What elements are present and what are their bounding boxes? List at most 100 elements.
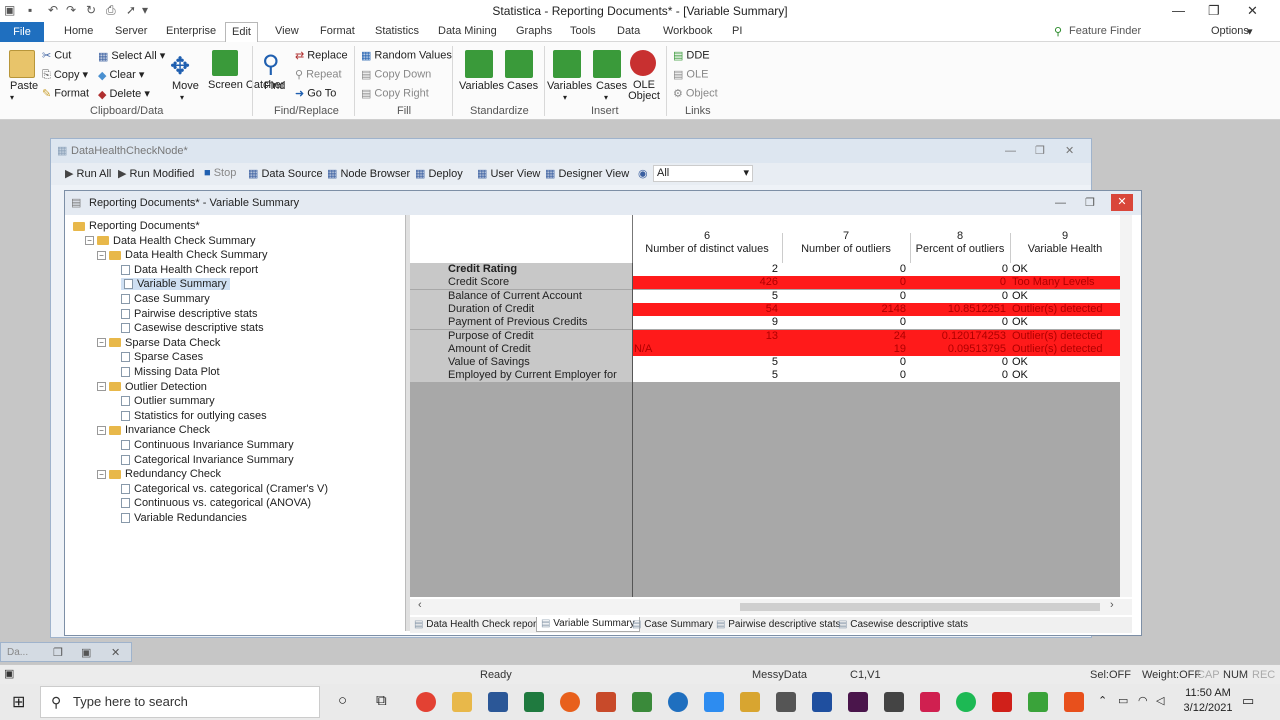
statistica-icon[interactable] (776, 692, 796, 712)
table-cell[interactable]: 0 (782, 316, 910, 330)
row-header[interactable]: Balance of Current Account (410, 289, 632, 303)
node-close-button[interactable]: ✕ (1065, 139, 1074, 163)
minimize-button[interactable]: — (1172, 3, 1185, 18)
table-cell[interactable]: 0 (782, 263, 910, 276)
column-divider[interactable] (910, 233, 911, 263)
table-cell[interactable]: OK (1010, 356, 1120, 370)
options-menu[interactable]: Options (1211, 25, 1249, 37)
menu-data-mining[interactable]: Data Mining (438, 25, 497, 37)
copy-down-button[interactable]: ▤ Copy Down (361, 68, 431, 81)
menu-statistics[interactable]: Statistics (375, 25, 419, 37)
row-header[interactable]: Credit Rating (410, 263, 632, 276)
tree-item[interactable]: Casewise descriptive stats (121, 322, 264, 334)
taskbar-search[interactable]: ⚲ Type here to search (40, 686, 320, 718)
tree-item[interactable]: Statistics for outlying cases (121, 410, 267, 422)
table-cell[interactable]: Outlier(s) detected (1010, 342, 1120, 356)
column-divider[interactable] (782, 233, 783, 263)
paste-button[interactable]: Paste (10, 80, 38, 92)
horizontal-scrollbar[interactable]: ‹ › (410, 599, 1132, 615)
wifi-icon[interactable]: ◠ (1138, 694, 1148, 707)
column-header[interactable]: Number of distinct values (632, 243, 782, 255)
sheet-tab[interactable]: ▤ Casewise descriptive stats (838, 619, 968, 630)
column-header[interactable]: Number of outliers (782, 243, 910, 255)
tree-folder[interactable]: − Sparse Data Check (97, 337, 220, 349)
table-cell[interactable]: 0 (782, 356, 910, 370)
column-header[interactable]: Percent of outliers (910, 243, 1010, 255)
vertical-scrollbar[interactable] (1120, 215, 1132, 597)
tree-item[interactable]: Case Summary (121, 293, 210, 305)
menu-format[interactable]: Format (320, 25, 355, 37)
table-cell[interactable]: 54 (632, 302, 782, 316)
table-cell[interactable]: 5 (632, 369, 782, 383)
copy-right-button[interactable]: ▤ Copy Right (361, 87, 429, 100)
powerpoint-icon[interactable] (596, 692, 616, 712)
report-restore-button[interactable]: ❐ (1085, 191, 1095, 215)
row-header[interactable]: Duration of Credit (410, 302, 632, 316)
object-button[interactable]: ⚙ Object (673, 87, 718, 100)
paste-dropdown-icon[interactable]: ▾ (10, 93, 14, 102)
table-cell[interactable]: 0 (782, 289, 910, 303)
table-cell[interactable]: N/A (632, 342, 782, 356)
acrobat-icon[interactable] (992, 692, 1012, 712)
scroll-left-icon[interactable]: ‹ (418, 599, 422, 611)
table-cell[interactable]: 0 (910, 289, 1010, 303)
collapse-icon[interactable]: − (97, 250, 106, 260)
restore-button[interactable]: ❐ (1208, 3, 1220, 19)
go-to-button[interactable]: ➜ Go To (295, 87, 336, 100)
windows-start-icon[interactable]: ⊞ (12, 692, 25, 712)
node-restore-button[interactable]: ❐ (1035, 139, 1045, 163)
insert-variables-button[interactable]: Variables (547, 80, 592, 92)
table-cell[interactable]: 0.09513795 (910, 342, 1010, 356)
table-cell[interactable]: 2 (632, 263, 782, 276)
table-cell[interactable]: 24 (782, 329, 910, 343)
minimized-close-button[interactable]: ✕ (111, 646, 120, 659)
standardize-variables-button[interactable]: Variables (459, 80, 504, 92)
table-cell[interactable]: 0 (910, 369, 1010, 383)
format-button[interactable]: ✎ Format (42, 87, 89, 100)
firefox-icon[interactable] (560, 692, 580, 712)
tree-item[interactable]: Missing Data Plot (121, 366, 220, 378)
table-cell[interactable]: 0.120174253 (910, 329, 1010, 343)
deploy-button[interactable]: ▦ Deploy (415, 167, 463, 180)
collapse-icon[interactable]: − (97, 469, 106, 479)
insert-cases-dropdown-icon[interactable]: ▾ (604, 93, 608, 102)
stop-button[interactable]: ■ Stop (204, 167, 236, 179)
sheet-tab[interactable]: ▤ Pairwise descriptive stats (716, 619, 841, 630)
tree-folder[interactable]: − Outlier Detection (97, 381, 207, 393)
app-icon[interactable] (884, 692, 904, 712)
app-icon[interactable] (668, 692, 688, 712)
menu-enterprise[interactable]: Enterprise (166, 25, 216, 37)
sheet-tab[interactable]: ▤ Variable Summary (536, 617, 640, 632)
spotify-icon[interactable] (956, 692, 976, 712)
app-icon[interactable] (632, 692, 652, 712)
row-header[interactable]: Purpose of Credit (410, 329, 632, 343)
minimized-maximize-button[interactable]: ▣ (81, 646, 91, 659)
minimized-restore-button[interactable]: ❐ (53, 646, 63, 659)
battery-icon[interactable]: ▭ (1118, 694, 1128, 707)
repeat-button[interactable]: ⚲ Repeat (295, 68, 342, 81)
replace-button[interactable]: ⇄ Replace (295, 49, 348, 62)
collapse-icon[interactable]: − (97, 382, 106, 392)
table-cell[interactable]: Outlier(s) detected (1010, 329, 1120, 343)
tree-item[interactable]: Variable Redundancies (121, 512, 247, 524)
menu-tools[interactable]: Tools (570, 25, 596, 37)
scroll-right-icon[interactable]: › (1110, 599, 1114, 611)
column-number[interactable]: 7 (782, 230, 910, 242)
select-all-button[interactable]: ▦ Select All ▾ (98, 49, 165, 63)
delete-button[interactable]: ◆ Delete ▾ (98, 87, 150, 101)
notifications-icon[interactable]: ▭ (1242, 693, 1254, 709)
run-all-button[interactable]: ▶ Run All (65, 167, 111, 180)
task-view-icon[interactable]: ⧉ (376, 692, 387, 709)
table-cell[interactable]: 0 (782, 369, 910, 383)
scroll-thumb[interactable] (740, 603, 1100, 611)
app-icon[interactable] (1064, 692, 1084, 712)
menu-server[interactable]: Server (115, 25, 147, 37)
indesign-icon[interactable] (920, 692, 940, 712)
tree-folder[interactable]: − Redundancy Check (97, 468, 221, 480)
file-explorer-icon[interactable] (452, 692, 472, 712)
menu-pi[interactable]: PI (732, 25, 742, 37)
excel-icon[interactable] (524, 692, 544, 712)
table-cell[interactable]: Too Many Levels (1010, 276, 1120, 290)
tree-item[interactable]: Pairwise descriptive stats (121, 308, 258, 320)
sheet-tab[interactable]: ▤ Case Summary (632, 619, 713, 630)
